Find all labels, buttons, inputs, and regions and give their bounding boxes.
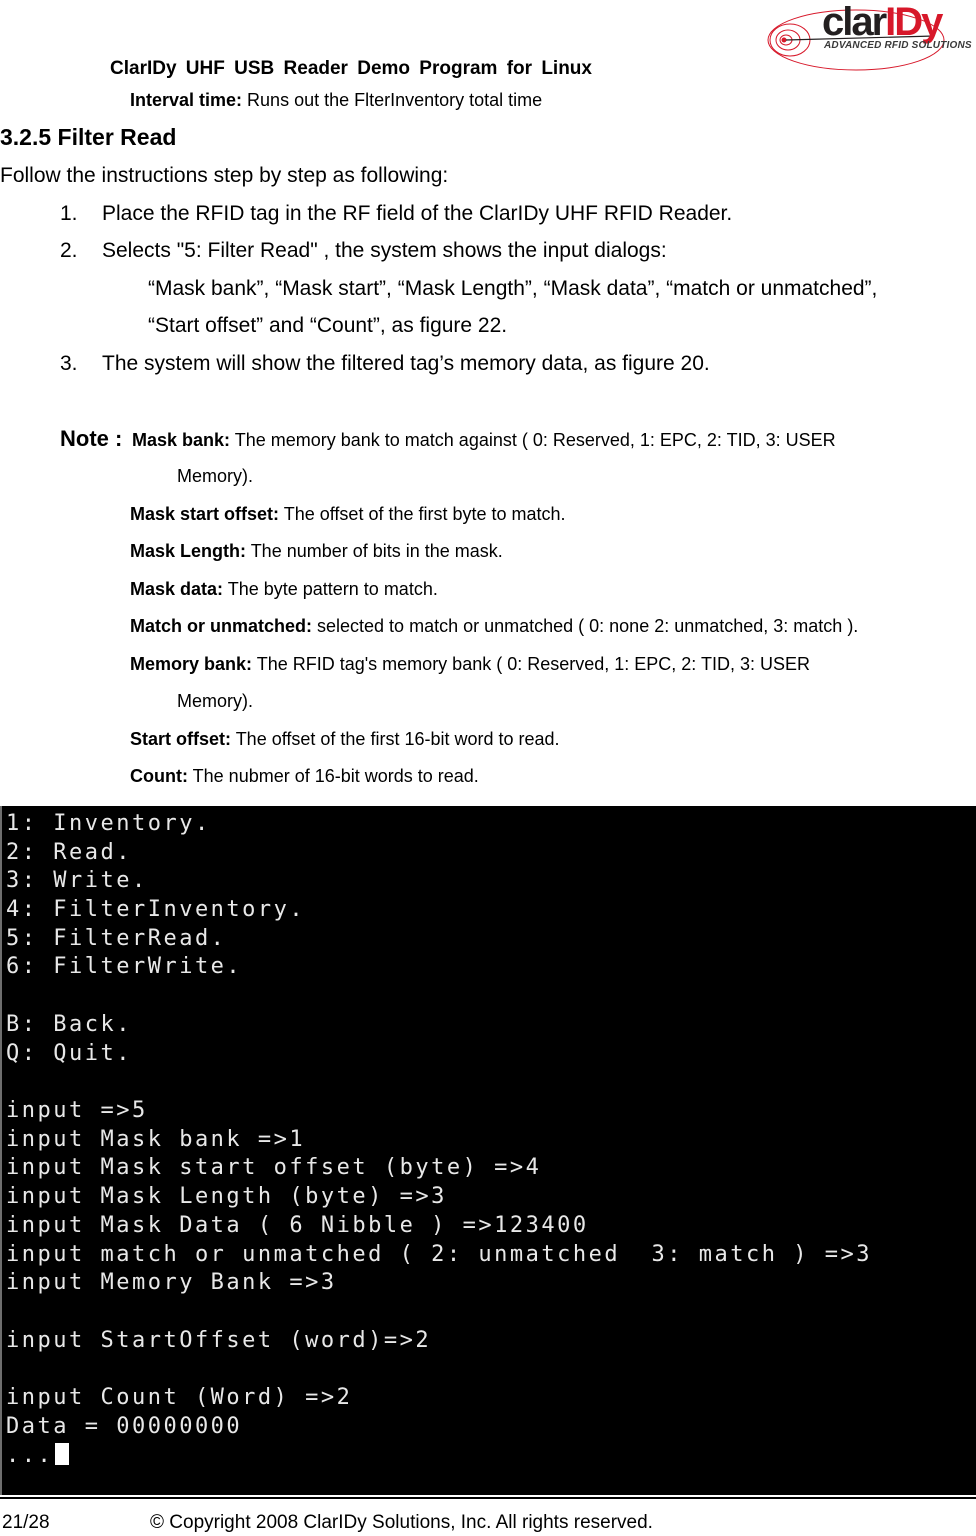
step-text: Place the RFID tag in the RF field of th… xyxy=(102,202,733,225)
terminal-line: Data = 00000000 xyxy=(6,1414,243,1439)
logo-wordmark: clarIDy xyxy=(822,0,943,44)
document-title: ClarIDy UHF USB Reader Demo Program for … xyxy=(110,58,592,79)
terminal-line: 4: FilterInventory. xyxy=(6,897,306,922)
note-term: Mask data: xyxy=(130,579,224,599)
terminal-line: input Mask bank =>1 xyxy=(6,1127,306,1152)
terminal-line: Q: Quit. xyxy=(6,1041,132,1066)
note-desc: selected to match or unmatched ( 0: none… xyxy=(312,616,859,636)
note-item-continuation: Memory). xyxy=(177,691,253,711)
step-2-continuation: “Start offset” and “Count”, as figure 22… xyxy=(148,314,508,337)
note-term: Start offset: xyxy=(130,729,232,749)
step-number: 2. xyxy=(60,239,78,262)
terminal-line: input match or unmatched ( 2: unmatched … xyxy=(6,1242,872,1267)
terminal-line: input Count (Word) =>2 xyxy=(6,1385,353,1410)
note-term: Count: xyxy=(130,766,188,786)
note-term: Match or unmatched: xyxy=(130,616,313,636)
terminal-line: input =>5 xyxy=(6,1098,148,1123)
terminal-line: input Mask Length (byte) =>3 xyxy=(6,1184,447,1209)
terminal-prompt-line: ... xyxy=(6,1442,70,1470)
terminal-line: input Memory Bank =>3 xyxy=(6,1270,337,1295)
note-desc: The nubmer of 16-bit words to read. xyxy=(187,766,479,786)
step-number: 3. xyxy=(60,352,78,375)
note-desc: The byte pattern to match. xyxy=(223,579,438,599)
company-logo: clarIDy ADVANCED RFID SOLUTIONS xyxy=(764,0,976,76)
logo-wordmark-dark: clar xyxy=(822,0,887,44)
terminal-cursor xyxy=(55,1443,70,1465)
note-term: Mask Length: xyxy=(130,541,247,561)
note-desc: The RFID tag's memory bank ( 0: Reserved… xyxy=(252,654,810,674)
terminal-line: 3: Write. xyxy=(6,868,148,893)
interval-label: Interval time: xyxy=(130,90,243,110)
terminal-line: input Mask Data ( 6 Nibble ) =>123400 xyxy=(6,1213,589,1238)
section-intro: Follow the instructions step by step as … xyxy=(0,164,449,187)
note-item-continuation: Memory). xyxy=(177,466,253,486)
step-text: The system will show the filtered tag’s … xyxy=(102,352,710,375)
page-number: 21/28 xyxy=(2,1512,50,1533)
terminal-line: input StartOffset (word)=>2 xyxy=(6,1328,432,1353)
terminal-line: ... xyxy=(6,1443,54,1468)
step-number: 1. xyxy=(60,202,78,225)
note-item: Start offset: The offset of the first 16… xyxy=(130,729,560,750)
note-desc: The offset of the first 16-bit word to r… xyxy=(231,729,560,749)
note-desc: The number of bits in the mask. xyxy=(246,541,503,561)
note-term: Mask start offset: xyxy=(130,504,280,524)
note-item: Mask Length: The number of bits in the m… xyxy=(130,541,503,562)
logo-tagline: ADVANCED RFID SOLUTIONS xyxy=(824,40,972,51)
note-label: Note : xyxy=(60,426,123,451)
footer-divider xyxy=(0,1497,976,1499)
terminal-line: 2: Read. xyxy=(6,840,132,865)
terminal-line: input Mask start offset (byte) =>4 xyxy=(6,1155,542,1180)
step-text: Selects "5: Filter Read" , the system sh… xyxy=(102,239,667,262)
note-desc: The memory bank to match against ( 0: Re… xyxy=(230,430,836,450)
note-item: Match or unmatched: selected to match or… xyxy=(130,616,858,637)
terminal-screenshot: 1: Inventory. 2: Read. 3: Write. 4: Filt… xyxy=(0,806,976,1495)
terminal-line: 5: FilterRead. xyxy=(6,926,227,951)
note-term: Mask bank: xyxy=(132,430,231,450)
note-item: Mask data: The byte pattern to match. xyxy=(130,579,438,600)
terminal-line: B: Back. xyxy=(6,1012,132,1037)
interval-time-note: Interval time: Runs out the FlterInvento… xyxy=(130,90,542,111)
note-term: Memory bank: xyxy=(130,654,253,674)
note-desc: The offset of the first byte to match. xyxy=(279,504,566,524)
section-heading: 3.2.5 Filter Read xyxy=(0,124,177,150)
copyright-notice: © Copyright 2008 ClarIDy Solutions, Inc.… xyxy=(150,1512,653,1533)
note-item: Count: The nubmer of 16-bit words to rea… xyxy=(130,766,479,787)
note-item: Memory bank: The RFID tag's memory bank … xyxy=(130,654,810,675)
terminal-line: 6: FilterWrite. xyxy=(6,954,243,979)
note-item: Mask start offset: The offset of the fir… xyxy=(130,504,566,525)
interval-text: Runs out the FlterInventory total time xyxy=(242,90,543,110)
logo-wordmark-red: IDy xyxy=(885,0,943,44)
step-2-continuation: “Mask bank”, “Mask start”, “Mask Length”… xyxy=(148,277,878,300)
terminal-line: 1: Inventory. xyxy=(6,811,211,836)
note-item: Mask bank: The memory bank to match agai… xyxy=(132,430,836,451)
